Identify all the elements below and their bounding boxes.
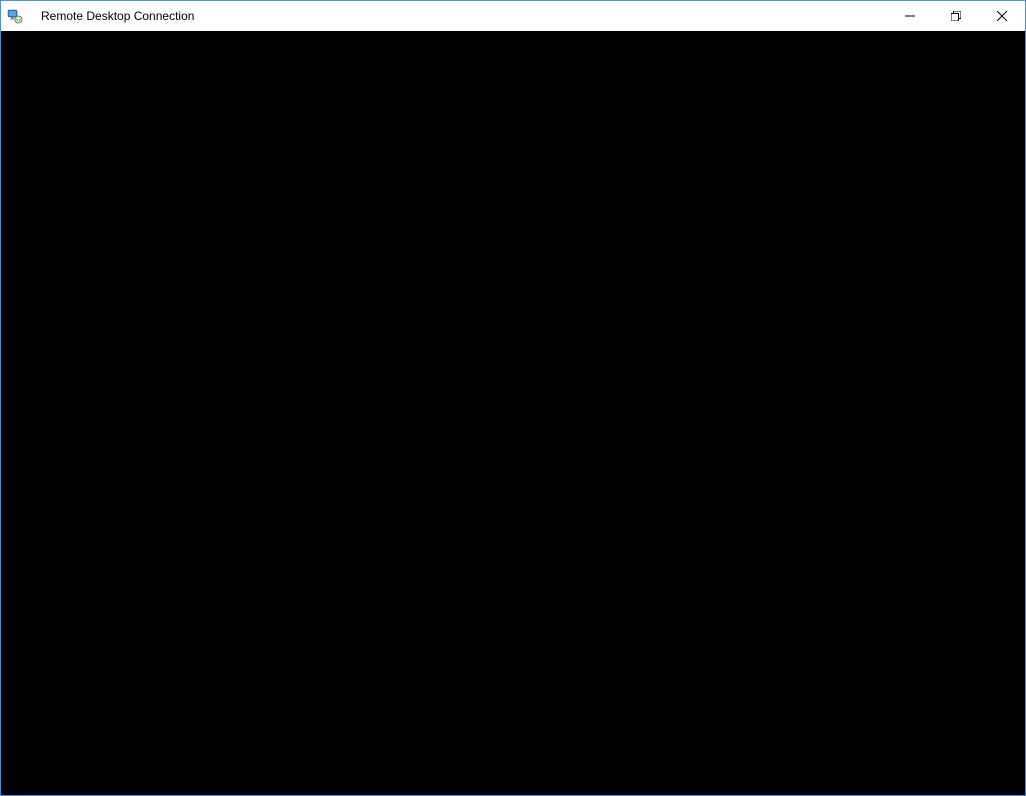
rdp-window: Remote Desktop Connection [0, 0, 1026, 796]
close-button[interactable] [979, 1, 1025, 31]
rdp-monitor-icon [7, 8, 23, 24]
minimize-button[interactable] [887, 1, 933, 31]
remote-session-viewport[interactable] [1, 31, 1025, 795]
restore-button[interactable] [933, 1, 979, 31]
window-title: Remote Desktop Connection [33, 9, 194, 23]
minimize-icon [905, 9, 915, 24]
restore-icon [951, 9, 961, 24]
window-controls [887, 1, 1025, 31]
titlebar[interactable]: Remote Desktop Connection [1, 1, 1025, 31]
close-icon [997, 9, 1007, 24]
